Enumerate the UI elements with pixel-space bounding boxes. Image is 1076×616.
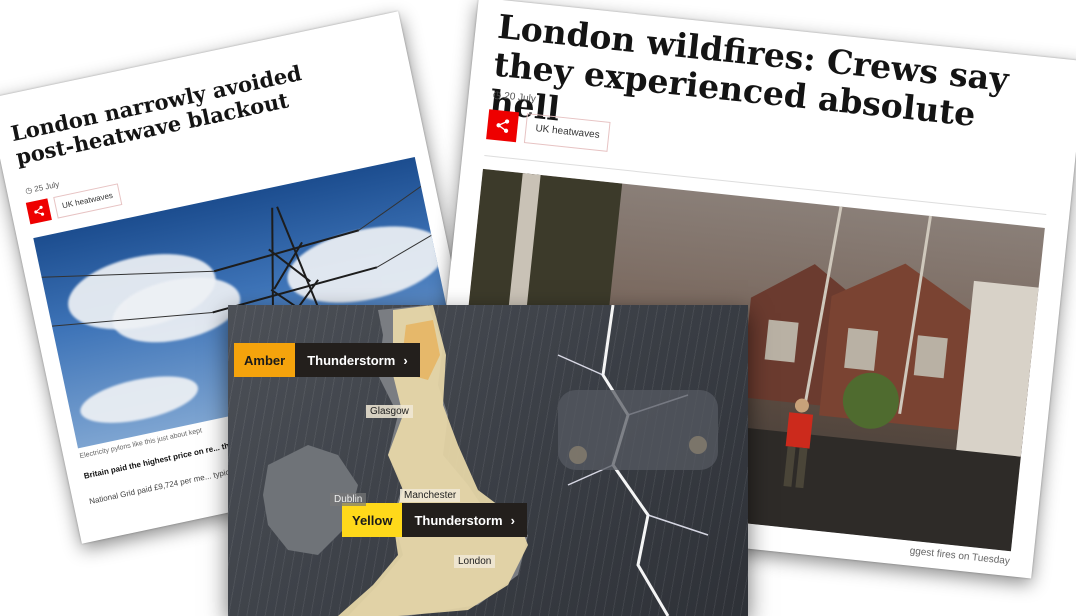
article-headline[interactable]: London narrowly avoided post-heatwave bl… bbox=[9, 48, 371, 170]
car-body bbox=[558, 390, 718, 470]
yellow-alert-type-text: Thunderstorm bbox=[414, 512, 503, 528]
chevron-right-icon: › bbox=[403, 352, 408, 368]
clock-icon: ◷ bbox=[24, 185, 34, 196]
article-date-text: 25 July bbox=[33, 179, 61, 194]
chevron-right-icon: › bbox=[510, 512, 515, 528]
article-headline[interactable]: London wildfires: Crews say they experie… bbox=[488, 7, 1057, 180]
place-label-london: London bbox=[454, 555, 496, 568]
yellow-alert-type: Thunderstorm › bbox=[402, 503, 527, 537]
amber-alert[interactable]: Amber Thunderstorm › bbox=[234, 343, 420, 377]
share-icon bbox=[34, 205, 45, 216]
clock-icon: ◷ bbox=[492, 89, 502, 102]
weather-warning-map: Amber Thunderstorm › Yellow Thunderstorm… bbox=[228, 305, 748, 616]
topic-tag[interactable]: UK heatwaves bbox=[53, 183, 122, 219]
yellow-alert[interactable]: Yellow Thunderstorm › bbox=[342, 503, 527, 537]
share-button[interactable] bbox=[25, 198, 52, 225]
amber-alert-level: Amber bbox=[234, 343, 296, 377]
place-label-manchester: Manchester bbox=[400, 489, 461, 502]
yellow-alert-level: Yellow bbox=[342, 503, 403, 537]
place-label-dublin: Dublin bbox=[330, 493, 367, 506]
place-label-glasgow: Glasgow bbox=[366, 405, 413, 418]
share-button[interactable] bbox=[486, 109, 520, 143]
article-date: ◷ 25 July bbox=[24, 180, 60, 196]
amber-alert-type-text: Thunderstorm bbox=[307, 352, 396, 368]
amber-alert-type: Thunderstorm › bbox=[295, 343, 420, 377]
share-icon bbox=[496, 119, 510, 133]
